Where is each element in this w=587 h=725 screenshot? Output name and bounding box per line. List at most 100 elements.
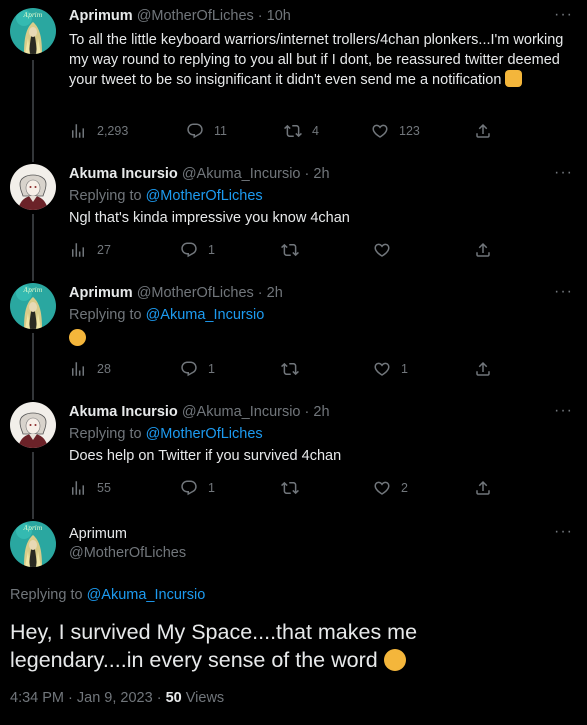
avatar[interactable] xyxy=(10,283,56,329)
separator: · xyxy=(156,690,162,706)
reply-count: 1 xyxy=(208,362,215,376)
retweet-button[interactable] xyxy=(281,360,319,378)
views-button[interactable]: 55 xyxy=(69,479,111,497)
retweet-icon xyxy=(281,479,299,497)
reply-count: 1 xyxy=(208,243,215,257)
mention-link[interactable]: @Akuma_Incursio xyxy=(87,587,206,603)
display-name[interactable]: Aprimum xyxy=(69,285,133,301)
tweet[interactable]: Akuma Incursio @Akuma_Incursio · 2h ··· … xyxy=(0,400,587,519)
user-handle[interactable]: @Akuma_Incursio xyxy=(182,166,301,182)
tweet-text: Hey, I survived My Space....that makes m… xyxy=(10,618,490,674)
views-icon xyxy=(69,241,87,259)
replying-to-label: Replying to xyxy=(10,587,83,603)
share-button[interactable] xyxy=(474,241,502,259)
share-button[interactable] xyxy=(474,122,502,140)
timestamp[interactable]: 2h xyxy=(313,404,329,420)
like-button[interactable]: 123 xyxy=(371,122,420,140)
reply-button[interactable]: 1 xyxy=(180,241,218,259)
replying-to: Replying to @Akuma_Incursio xyxy=(69,307,264,323)
like-icon xyxy=(373,241,391,259)
views-button[interactable]: 28 xyxy=(69,360,111,378)
reply-button[interactable]: 11 xyxy=(186,122,227,140)
tweet[interactable]: Aprimum @MotherOfLiches · 2h ··· Replyin… xyxy=(0,281,587,400)
separator: · xyxy=(257,285,263,301)
tweet-text: Ngl that's kinda impressive you know 4ch… xyxy=(69,210,350,226)
tweet[interactable]: Akuma Incursio @Akuma_Incursio · 2h ··· … xyxy=(0,162,587,281)
more-icon[interactable]: ··· xyxy=(554,6,573,24)
reply-button[interactable]: 1 xyxy=(180,360,218,378)
reply-icon xyxy=(180,360,198,378)
user-handle[interactable]: @MotherOfLiches xyxy=(137,8,254,24)
share-icon xyxy=(474,241,492,259)
separator: · xyxy=(304,166,310,182)
like-button[interactable]: 1 xyxy=(373,360,411,378)
timestamp[interactable]: 4:34 PM · Jan 9, 2023 xyxy=(10,690,153,706)
tweet-header: Akuma Incursio @Akuma_Incursio · 2h xyxy=(69,166,330,182)
avatar[interactable] xyxy=(10,164,56,210)
tweet-text xyxy=(69,329,569,349)
views-count: 27 xyxy=(97,243,111,257)
reply-count: 11 xyxy=(214,124,227,138)
avatar[interactable] xyxy=(10,521,56,567)
like-icon xyxy=(373,360,391,378)
user-handle[interactable]: @MotherOfLiches xyxy=(69,545,186,561)
avatar[interactable] xyxy=(10,8,56,54)
user-handle[interactable]: @MotherOfLiches xyxy=(137,285,254,301)
reply-button[interactable]: 1 xyxy=(180,479,218,497)
tweet-header: Aprimum @MotherOfLiches · 2h xyxy=(69,285,283,301)
more-icon[interactable]: ··· xyxy=(554,283,573,301)
replying-to: Replying to @MotherOfLiches xyxy=(69,188,263,204)
mention-link[interactable]: @MotherOfLiches xyxy=(146,188,263,204)
more-icon[interactable]: ··· xyxy=(554,164,573,182)
timestamp[interactable]: 10h xyxy=(267,8,291,24)
views-button[interactable]: 2,293 xyxy=(69,122,128,140)
tweet-actions: 28 1 1 xyxy=(69,360,509,380)
share-icon xyxy=(474,122,492,140)
share-icon xyxy=(474,479,492,497)
retweet-icon xyxy=(281,241,299,259)
like-count: 1 xyxy=(401,362,408,376)
like-button[interactable]: 2 xyxy=(373,479,411,497)
retweet-icon xyxy=(284,122,302,140)
display-name[interactable]: Akuma Incursio xyxy=(69,166,178,182)
tweet-actions: 27 1 xyxy=(69,241,509,261)
display-name[interactable]: Akuma Incursio xyxy=(69,404,178,420)
views-icon xyxy=(69,360,87,378)
like-count: 123 xyxy=(399,124,420,138)
share-button[interactable] xyxy=(474,360,502,378)
retweet-button[interactable] xyxy=(281,241,319,259)
retweet-count: 4 xyxy=(312,124,319,138)
reply-icon xyxy=(186,122,204,140)
tweet-actions: 55 1 2 xyxy=(69,479,509,499)
reply-icon xyxy=(180,241,198,259)
emoji-icon xyxy=(69,329,86,346)
reply-count: 1 xyxy=(208,481,215,495)
user-handle[interactable]: @Akuma_Incursio xyxy=(182,404,301,420)
more-icon[interactable]: ··· xyxy=(554,402,573,420)
tweet-actions: 2,293 11 4 123 xyxy=(69,122,509,142)
replying-to-label: Replying to xyxy=(69,188,142,204)
like-button[interactable] xyxy=(373,241,411,259)
tweet-text: Does help on Twitter if you survived 4ch… xyxy=(69,448,342,464)
more-icon[interactable]: ··· xyxy=(554,523,573,541)
reply-icon xyxy=(180,479,198,497)
views-button[interactable]: 27 xyxy=(69,241,111,259)
views-count: 28 xyxy=(97,362,111,376)
retweet-button[interactable] xyxy=(281,479,319,497)
timestamp[interactable]: 2h xyxy=(267,285,283,301)
share-button[interactable] xyxy=(474,479,502,497)
display-name[interactable]: Aprimum xyxy=(69,8,133,24)
share-icon xyxy=(474,360,492,378)
retweet-button[interactable]: 4 xyxy=(284,122,322,140)
tweet-text-content: Hey, I survived My Space....that makes m… xyxy=(10,620,418,672)
mention-link[interactable]: @Akuma_Incursio xyxy=(146,307,265,323)
views-label: Views xyxy=(185,690,225,706)
tweet-meta: 4:34 PM · Jan 9, 2023 · 50 Views xyxy=(10,690,224,706)
views-count: 55 xyxy=(97,481,111,495)
avatar[interactable] xyxy=(10,402,56,448)
timestamp[interactable]: 2h xyxy=(313,166,329,182)
retweet-icon xyxy=(281,360,299,378)
mention-link[interactable]: @MotherOfLiches xyxy=(146,426,263,442)
tweet[interactable]: Aprimum @MotherOfLiches · 10h ··· To all… xyxy=(0,0,587,162)
display-name[interactable]: Aprimum xyxy=(69,526,127,542)
